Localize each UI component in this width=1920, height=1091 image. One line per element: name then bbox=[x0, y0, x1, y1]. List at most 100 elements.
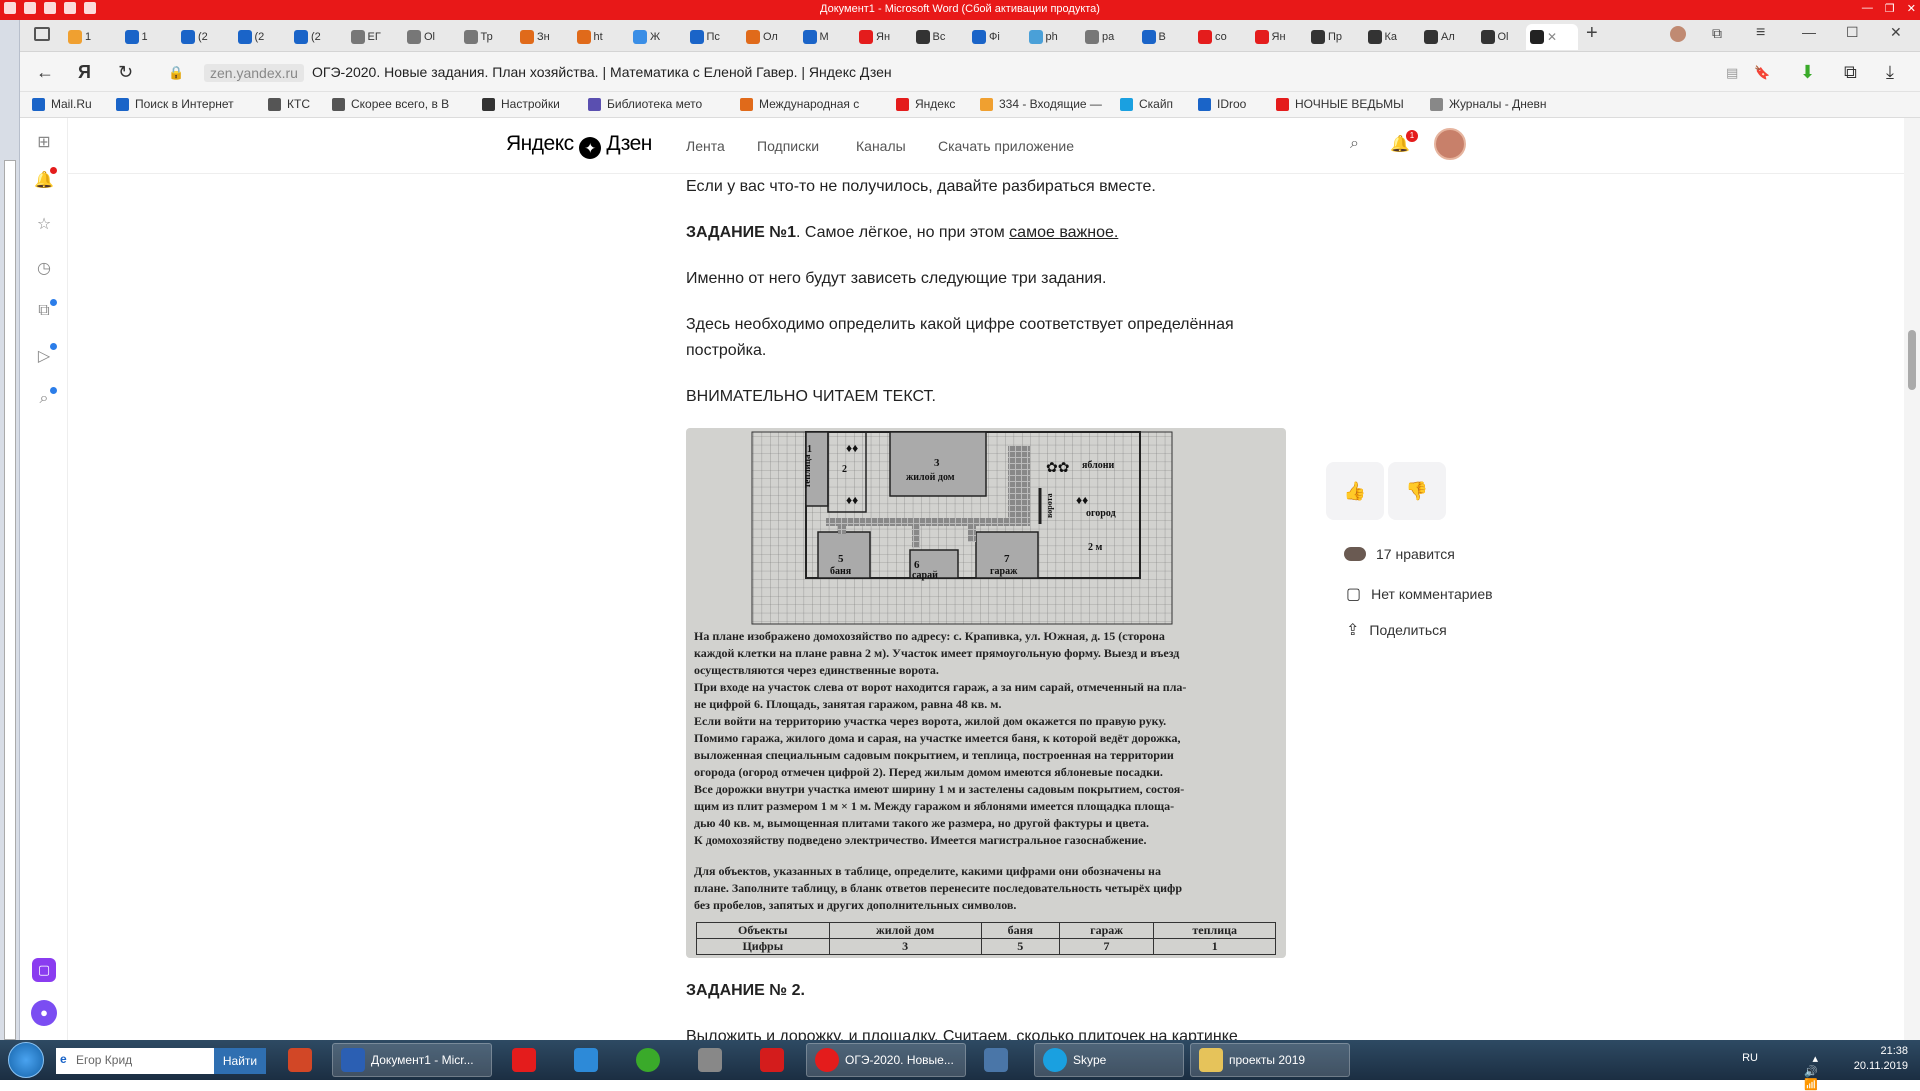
favorites-star-icon[interactable]: ☆ bbox=[34, 214, 54, 234]
browser-tab[interactable]: Ol bbox=[1477, 24, 1513, 50]
tab-close-icon[interactable]: ✕ bbox=[1547, 30, 1557, 44]
browser-tab[interactable]: ph bbox=[1025, 24, 1062, 50]
bookmark-item[interactable]: Mail.Ru bbox=[32, 97, 92, 111]
taskbar-app-yandex[interactable] bbox=[504, 1043, 544, 1077]
browser-tab[interactable]: Ян bbox=[1251, 24, 1290, 50]
browser-tab[interactable]: (2 bbox=[290, 24, 325, 50]
bookmark-item[interactable]: НОЧНЫЕ ВЕДЬМЫ bbox=[1276, 97, 1404, 111]
taskbar-app-acrobat[interactable] bbox=[752, 1043, 792, 1077]
clock[interactable]: 21:38 20.11.2019 bbox=[1854, 1044, 1908, 1074]
collections-icon[interactable]: ⧉ bbox=[1712, 25, 1722, 42]
lock-icon[interactable]: 🔒 bbox=[168, 65, 184, 81]
problem-scan-image[interactable]: 1 теплица 2 3 жилой дом яблони огород во… bbox=[686, 428, 1286, 958]
yandex-button-icon[interactable]: Я bbox=[78, 62, 91, 83]
browser-tab[interactable]: Ян bbox=[855, 24, 894, 50]
taskbar-browser-window[interactable]: ОГЭ-2020. Новые... bbox=[806, 1043, 966, 1077]
tray-icons[interactable]: ▴ 🔊 📶 bbox=[1804, 1052, 1818, 1091]
user-avatar[interactable] bbox=[1434, 128, 1466, 160]
alice-voice-icon[interactable]: ● bbox=[31, 1000, 57, 1026]
video-play-icon[interactable]: ▷ bbox=[34, 343, 57, 366]
tabs-panel-icon[interactable] bbox=[34, 27, 50, 41]
like-button[interactable]: 👍 bbox=[1326, 462, 1384, 520]
browser-tab[interactable]: ЕГ bbox=[347, 24, 385, 50]
history-clock-icon[interactable]: ◷ bbox=[34, 258, 54, 278]
browser-tab[interactable]: В bbox=[1138, 24, 1170, 50]
taskbar-app-vk[interactable] bbox=[976, 1043, 1016, 1077]
dislike-button[interactable]: 👎 bbox=[1388, 462, 1446, 520]
bookmark-item[interactable]: Международная с bbox=[740, 97, 859, 111]
close-window-icon[interactable]: ✕ bbox=[1890, 24, 1902, 41]
browser-tab[interactable]: Пр bbox=[1307, 24, 1346, 50]
browser-tab[interactable]: Тр bbox=[460, 24, 497, 50]
maximize-icon[interactable]: ☐ bbox=[1846, 24, 1859, 41]
browser-tab[interactable]: (2 bbox=[177, 24, 212, 50]
taskbar-search-button[interactable]: Найти bbox=[214, 1048, 266, 1074]
comments-link[interactable]: ▢ Нет комментариев bbox=[1346, 584, 1493, 604]
browser-tab[interactable]: (2 bbox=[234, 24, 269, 50]
nav-subscriptions[interactable]: Подписки bbox=[757, 138, 819, 154]
bookmark-item[interactable]: Библиотека мето bbox=[588, 97, 702, 111]
nav-channels[interactable]: Каналы bbox=[856, 138, 906, 154]
share-button[interactable]: ⇪ Поделиться bbox=[1346, 620, 1447, 640]
browser-tab[interactable]: ht bbox=[573, 24, 607, 50]
browser-tab[interactable]: М bbox=[799, 24, 833, 50]
zen-logo[interactable]: Яндекс ✦ Дзен bbox=[506, 132, 652, 159]
scrollbar-thumb[interactable] bbox=[1908, 330, 1916, 390]
bookmark-item[interactable]: Скорее всего, в В bbox=[332, 97, 449, 111]
browser-tab[interactable]: Пс bbox=[686, 24, 724, 50]
bookmark-item[interactable]: Журналы - Дневн bbox=[1430, 97, 1547, 111]
browser-tab[interactable]: Зн bbox=[516, 24, 554, 50]
taskbar-word-window[interactable]: Документ1 - Micr... bbox=[332, 1043, 492, 1077]
nav-feed[interactable]: Лента bbox=[686, 138, 725, 154]
word-window-controls[interactable]: — ❐ ✕ bbox=[1862, 2, 1916, 15]
services-grid-icon[interactable]: ⊞ bbox=[34, 132, 54, 152]
browser-tab[interactable]: 1 bbox=[64, 24, 95, 50]
bookmark-item[interactable]: Поиск в Интернет bbox=[116, 97, 234, 111]
browser-tab[interactable]: Ж bbox=[629, 24, 664, 50]
download-arrow-icon[interactable]: ⬇ bbox=[1800, 62, 1815, 83]
start-button[interactable] bbox=[8, 1042, 44, 1078]
taskbar-app-powerpoint[interactable] bbox=[280, 1043, 320, 1077]
browser-tab[interactable]: Ol bbox=[403, 24, 439, 50]
taskbar-folder-window[interactable]: проекты 2019 bbox=[1190, 1043, 1350, 1077]
nav-download-app[interactable]: Скачать приложение bbox=[938, 138, 1074, 154]
profile-avatar[interactable] bbox=[1670, 26, 1686, 42]
bookmark-icon[interactable]: 🔖 bbox=[1754, 65, 1770, 81]
reader-mode-icon[interactable]: ▤ bbox=[1726, 65, 1738, 81]
minimize-icon[interactable]: — bbox=[1802, 24, 1816, 40]
language-indicator[interactable]: RU bbox=[1742, 1052, 1758, 1064]
url-page-title[interactable]: ОГЭ-2020. Новые задания. План хозяйства.… bbox=[312, 64, 892, 80]
alice-chat-icon[interactable]: ▢ bbox=[32, 958, 56, 982]
bookmark-item[interactable]: Скайп bbox=[1120, 97, 1173, 111]
browser-tab[interactable]: Фі bbox=[968, 24, 1004, 50]
browser-tab[interactable]: Ол bbox=[742, 24, 782, 50]
menu-icon[interactable]: ≡ bbox=[1756, 24, 1765, 42]
bookmark-item[interactable]: 334 - Входящие — bbox=[980, 97, 1102, 111]
back-icon[interactable]: ← bbox=[36, 62, 54, 83]
taskbar-skype-window[interactable]: Skype bbox=[1034, 1043, 1184, 1077]
taskbar-search-input[interactable]: e Егор Крид bbox=[56, 1048, 214, 1074]
lens-search-icon[interactable]: ⌕ bbox=[34, 387, 57, 410]
collections-sidebar-icon[interactable]: ⧉ bbox=[34, 299, 57, 322]
downloads-icon[interactable]: ⤓ bbox=[1886, 62, 1894, 83]
reload-icon[interactable]: ↻ bbox=[118, 62, 133, 83]
task1-link[interactable]: самое важное. bbox=[1009, 224, 1118, 241]
taskbar-app-ie[interactable] bbox=[566, 1043, 606, 1077]
bookmark-item[interactable]: Яндекс bbox=[896, 97, 955, 111]
browser-tab[interactable]: Ка bbox=[1364, 24, 1402, 50]
browser-tab[interactable]: pa bbox=[1081, 24, 1118, 50]
bookmark-item[interactable]: Настройки bbox=[482, 97, 560, 111]
notifications-sidebar-icon[interactable]: 🔔 bbox=[34, 167, 57, 190]
browser-tab[interactable]: Ал bbox=[1420, 24, 1459, 50]
browser-tab[interactable]: со bbox=[1194, 24, 1231, 50]
extensions-icon[interactable]: ⧉ bbox=[1844, 62, 1857, 83]
taskbar-app-files[interactable] bbox=[690, 1043, 730, 1077]
new-tab-icon[interactable]: + bbox=[1586, 22, 1598, 45]
search-icon[interactable]: ⌕ bbox=[1350, 135, 1359, 153]
url-host[interactable]: zen.yandex.ru bbox=[204, 64, 304, 82]
tab-active-zen[interactable]: ✕ bbox=[1526, 24, 1578, 50]
browser-tab[interactable]: 1 bbox=[121, 24, 152, 50]
browser-tab[interactable]: Вс bbox=[912, 24, 950, 50]
likes-count[interactable]: 17 нравится bbox=[1344, 546, 1455, 562]
bookmark-item[interactable]: КТС bbox=[268, 97, 310, 111]
